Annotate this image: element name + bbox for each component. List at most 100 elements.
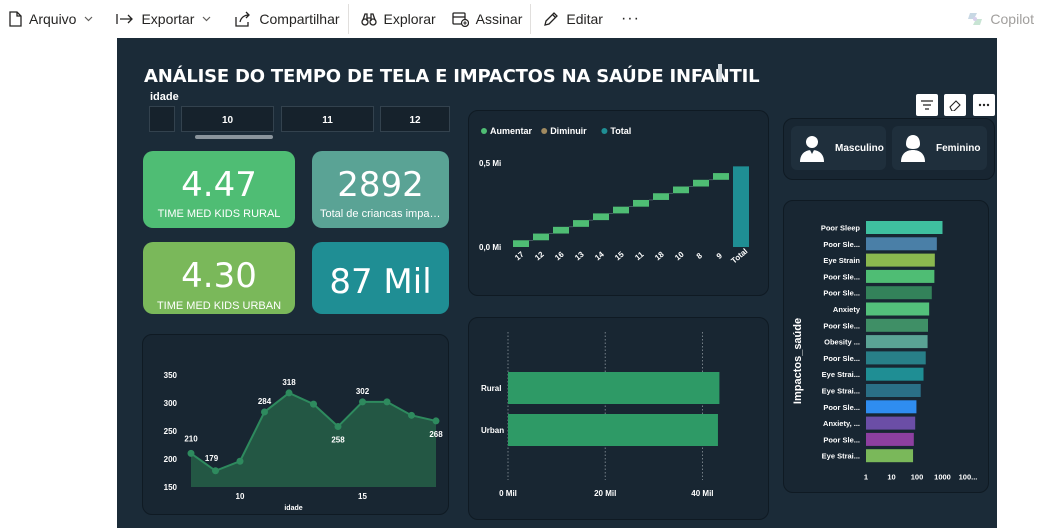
male-label: Masculino bbox=[835, 142, 884, 154]
y-tick-label: 0,5 Mi bbox=[479, 159, 501, 168]
data-point bbox=[212, 467, 219, 475]
impact-bar bbox=[866, 384, 921, 397]
copilot-label: Copilot bbox=[990, 11, 1034, 27]
toolbar-divider bbox=[530, 4, 532, 34]
x-tick-label: 100... bbox=[959, 473, 978, 482]
x-tick-label: 0 Mil bbox=[499, 489, 517, 498]
x-tick-label: 10 bbox=[673, 249, 686, 262]
kpi-card-rural: 4.47 TIME MED KIDS RURAL bbox=[143, 151, 295, 228]
x-tick-label: 16 bbox=[553, 249, 566, 262]
data-point bbox=[334, 423, 342, 431]
exportar-menu[interactable]: Exportar bbox=[108, 0, 226, 38]
data-label: 268 bbox=[429, 430, 443, 439]
rural-urban-bar-card[interactable]: Rural Urban 0 Mil 20 Mil 40 Mil bbox=[468, 317, 769, 520]
export-icon bbox=[116, 14, 134, 24]
female-person-icon bbox=[901, 135, 925, 162]
waterfall-bar bbox=[673, 186, 689, 194]
explorar-label: Explorar bbox=[383, 11, 436, 27]
x-tick-label: 20 Mil bbox=[594, 489, 616, 498]
waterfall-bar bbox=[573, 220, 589, 227]
category-label: Poor Sleep bbox=[821, 224, 861, 233]
assinar-button[interactable]: Assinar bbox=[444, 0, 531, 38]
x-tick-label: Total bbox=[729, 247, 749, 266]
share-icon bbox=[235, 11, 251, 27]
kpi-card-urban: 4.30 TIME MED KIDS URBAN bbox=[143, 242, 295, 314]
slicer-tile-partial[interactable] bbox=[149, 106, 175, 132]
more-options-button[interactable]: ··· bbox=[611, 0, 648, 38]
bar bbox=[508, 372, 720, 404]
health-impacts-card[interactable]: Poor Sleep Poor Sle... Eye Strain Poor Sle.… bbox=[783, 200, 989, 493]
x-tick-label: 1 bbox=[864, 473, 868, 482]
data-point bbox=[359, 398, 366, 406]
x-tick-label: 15 bbox=[358, 492, 367, 501]
eraser-icon bbox=[949, 100, 961, 111]
explorar-button[interactable]: Explorar bbox=[353, 0, 444, 38]
waterfall-chart-card[interactable]: Aumentar Diminuir Total 0,0 Mi 0,5 Mi 17 12 16 1… bbox=[468, 110, 769, 296]
more-options-visual-button[interactable] bbox=[973, 94, 995, 116]
legend-label: Total bbox=[610, 126, 631, 136]
slicer-tile[interactable]: 12 bbox=[380, 106, 450, 132]
y-tick-label: 200 bbox=[164, 455, 178, 464]
toolbar: Arquivo Exportar Compartilhar Explorar A… bbox=[0, 0, 1044, 38]
chevron-down-icon bbox=[202, 16, 211, 22]
x-axis-title: idade bbox=[284, 505, 302, 512]
arquivo-menu[interactable]: Arquivo bbox=[0, 0, 108, 38]
category-label: Poor Sle... bbox=[823, 403, 860, 412]
copilot-icon bbox=[968, 13, 983, 25]
female-button[interactable]: Feminino bbox=[892, 126, 987, 170]
report-title: ANÁLISE DO TEMPO DE TELA E IMPACTOS NA S… bbox=[144, 66, 760, 87]
data-label: 210 bbox=[184, 434, 198, 443]
category-label: Eye Strai... bbox=[822, 370, 860, 379]
category-label: Poor Sle... bbox=[823, 289, 860, 298]
y-tick-label: Rural bbox=[481, 384, 501, 393]
female-label: Feminino bbox=[936, 142, 981, 154]
category-label: Poor Sle... bbox=[823, 321, 860, 330]
area-chart-card[interactable]: 150 200 250 300 350 210 179 284 318 258 302 268 10 15… bbox=[142, 334, 449, 515]
impact-bar bbox=[866, 335, 928, 349]
x-tick-label: 15 bbox=[613, 249, 626, 262]
impact-bar bbox=[866, 269, 935, 283]
file-icon bbox=[9, 11, 22, 27]
y-tick-label: 250 bbox=[164, 427, 178, 436]
data-label: 318 bbox=[282, 378, 296, 387]
y-tick-label: 300 bbox=[164, 399, 178, 408]
x-tick-label: 40 Mil bbox=[691, 489, 713, 498]
copilot-button[interactable]: Copilot bbox=[966, 0, 1034, 38]
data-point bbox=[432, 417, 440, 425]
slicer-tile[interactable]: 10 bbox=[181, 106, 274, 132]
category-label: Anxiety, ... bbox=[823, 419, 860, 428]
eraser-button[interactable] bbox=[944, 94, 966, 116]
y-axis-title: Impactos_saúde bbox=[792, 318, 804, 404]
editar-button[interactable]: Editar bbox=[535, 0, 611, 38]
impact-bar bbox=[866, 302, 930, 316]
x-tick-label: 1000 bbox=[934, 473, 951, 482]
category-label: Eye Strai... bbox=[822, 452, 860, 461]
filter-button[interactable] bbox=[916, 94, 938, 116]
impact-bar bbox=[866, 253, 935, 267]
kpi-value: 87 Mil bbox=[329, 262, 432, 302]
waterfall-bar bbox=[553, 226, 569, 234]
data-point bbox=[187, 449, 195, 457]
compartilhar-button[interactable]: Compartilhar bbox=[226, 0, 347, 38]
waterfall-bar bbox=[633, 199, 649, 207]
data-label: 258 bbox=[331, 436, 345, 445]
arquivo-label: Arquivo bbox=[29, 11, 77, 27]
binoculars-icon bbox=[360, 13, 377, 26]
x-tick-label: 10 bbox=[887, 473, 895, 482]
slicer-scrollbar[interactable] bbox=[195, 135, 273, 139]
category-label: Poor Sle... bbox=[823, 240, 860, 249]
male-button[interactable]: Masculino bbox=[791, 126, 886, 170]
slicer-tile[interactable]: 11 bbox=[281, 106, 374, 132]
waterfall-bar bbox=[713, 173, 729, 180]
kpi-label: Total de criancas impac... bbox=[320, 208, 441, 220]
kpi-value: 2892 bbox=[337, 165, 424, 205]
category-label: Eye Strain bbox=[823, 256, 860, 265]
y-tick-label: 150 bbox=[164, 483, 178, 492]
x-tick-label: 11 bbox=[633, 250, 646, 263]
x-tick-label: 13 bbox=[573, 249, 586, 262]
impact-bar bbox=[866, 318, 928, 332]
page-margin-left bbox=[0, 38, 10, 528]
category-label: Poor Sle... bbox=[823, 354, 860, 363]
kpi-value: 4.30 bbox=[181, 256, 257, 296]
exportar-label: Exportar bbox=[141, 11, 195, 27]
